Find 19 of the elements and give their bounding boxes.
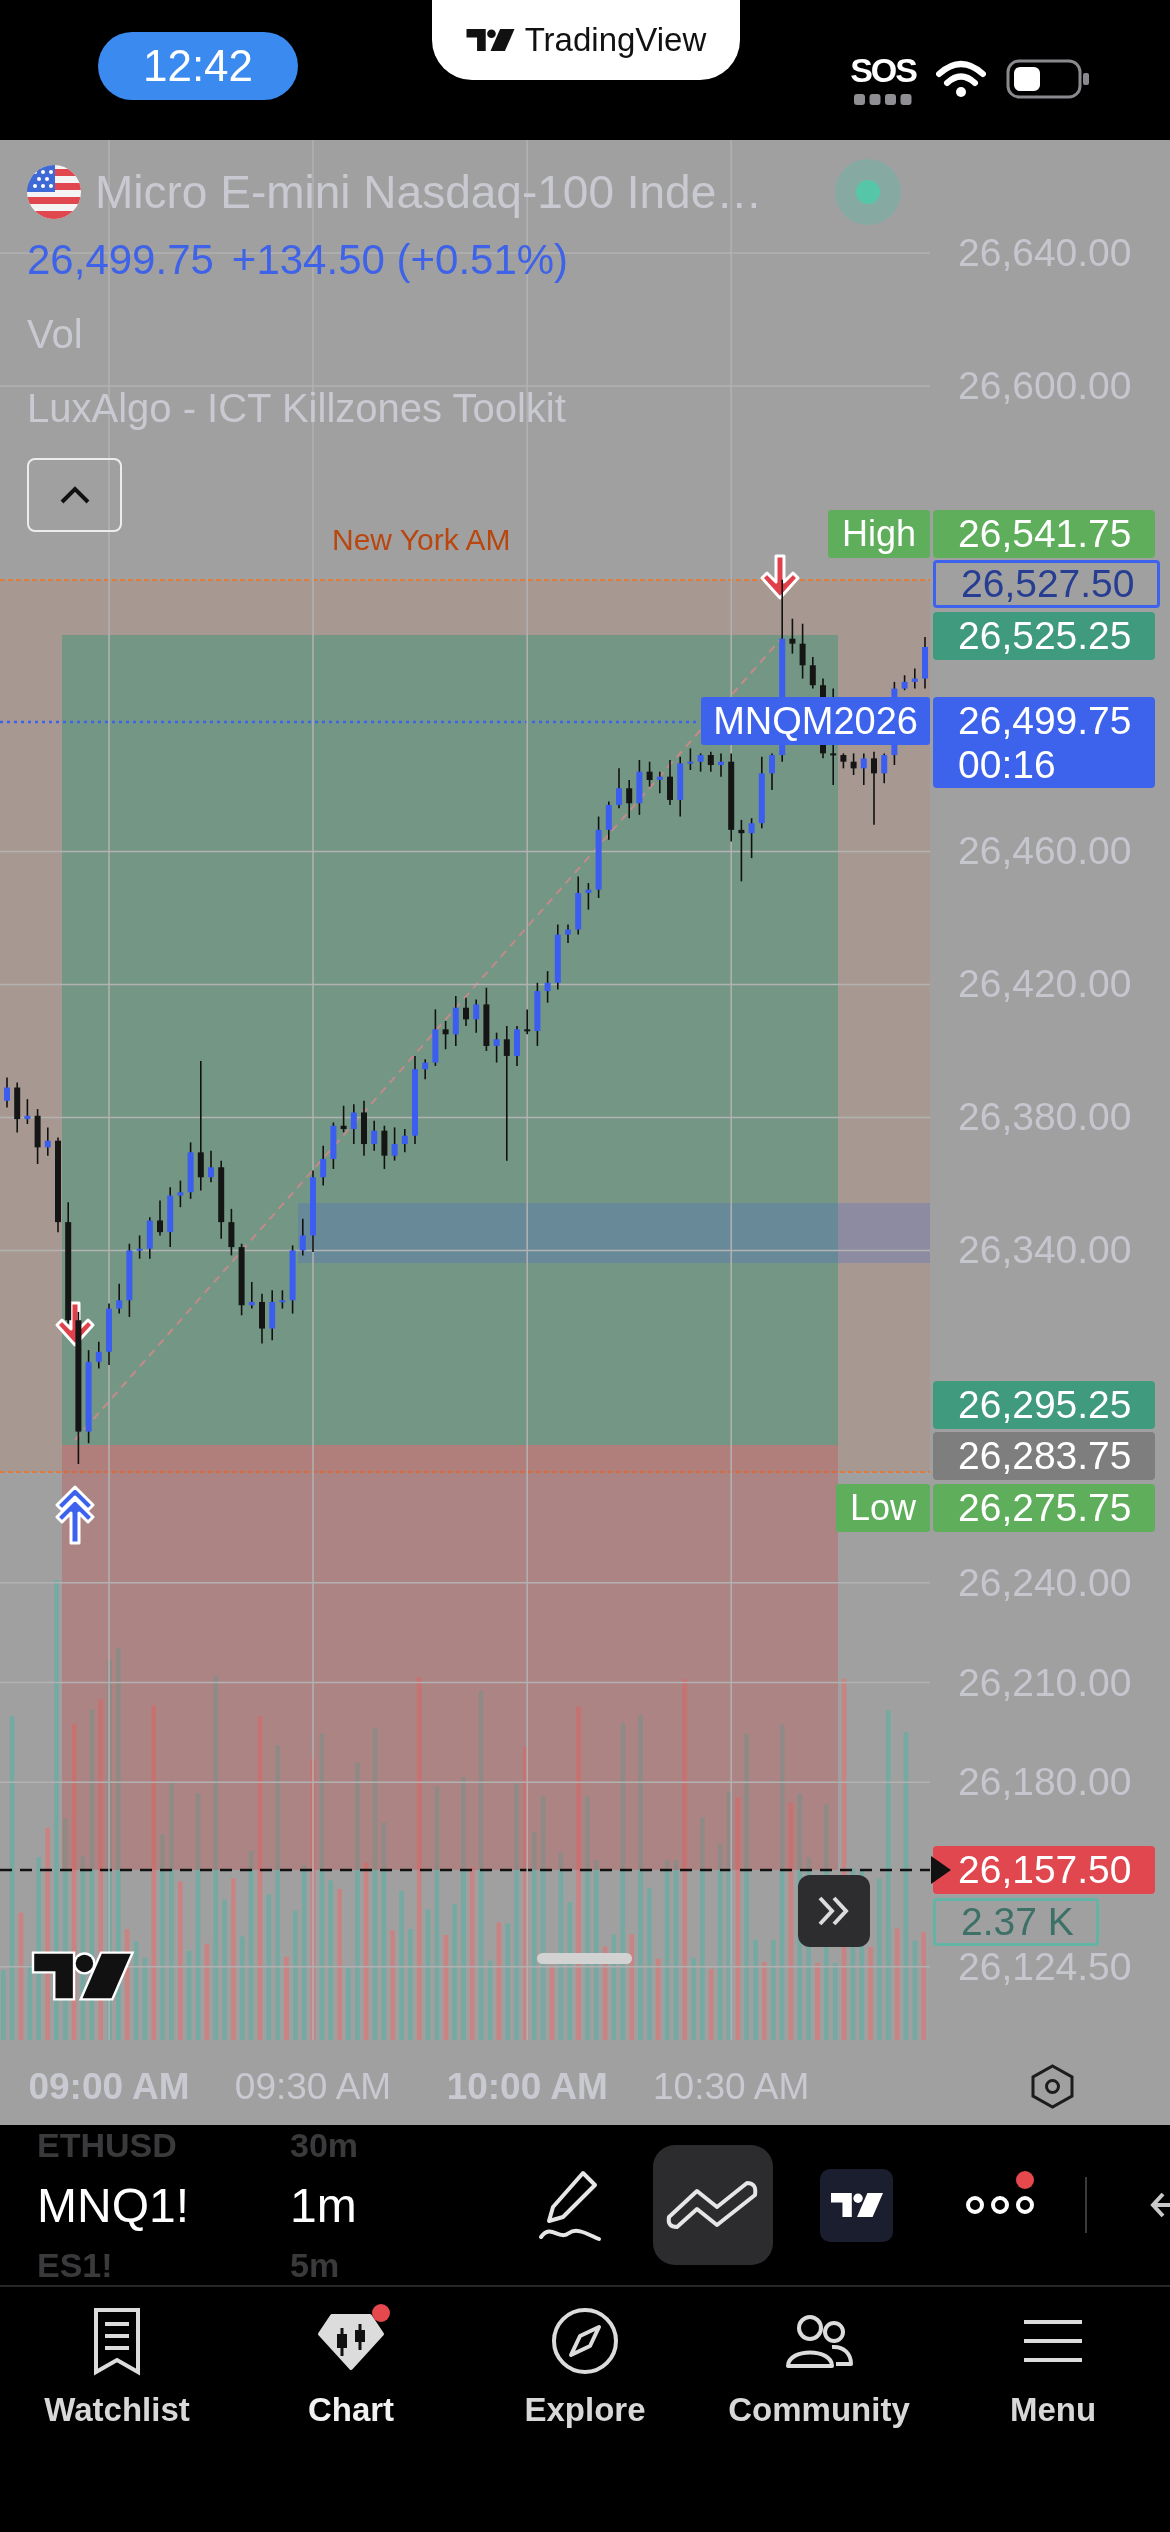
- last-price: 26,499.75: [958, 699, 1133, 743]
- price-label: 26,527.50: [933, 560, 1160, 608]
- price-label: 26,541.75: [933, 510, 1155, 558]
- price-change: +134.50 (+0.51%): [231, 236, 569, 284]
- price-label: 26,283.75: [933, 1432, 1155, 1480]
- price-label: 26,157.50: [933, 1846, 1155, 1894]
- price-label: 26,525.25: [933, 612, 1155, 660]
- symbol-label: MNQM2026: [701, 697, 930, 745]
- price-label: 2.37 K: [933, 1898, 1099, 1946]
- price-label: 26,295.25: [933, 1381, 1155, 1429]
- level-label: Low: [835, 1484, 930, 1532]
- last-price: 26,499.75: [27, 236, 214, 284]
- countdown-timer: 00:16: [958, 743, 1057, 787]
- network-status: SOS: [850, 52, 916, 88]
- session-label: New York AM: [332, 522, 511, 558]
- app-name: TradingView: [524, 21, 707, 59]
- level-label: High: [827, 510, 930, 558]
- clock-pill: 12:42: [98, 32, 298, 100]
- price-label: 26,275.75: [933, 1484, 1155, 1532]
